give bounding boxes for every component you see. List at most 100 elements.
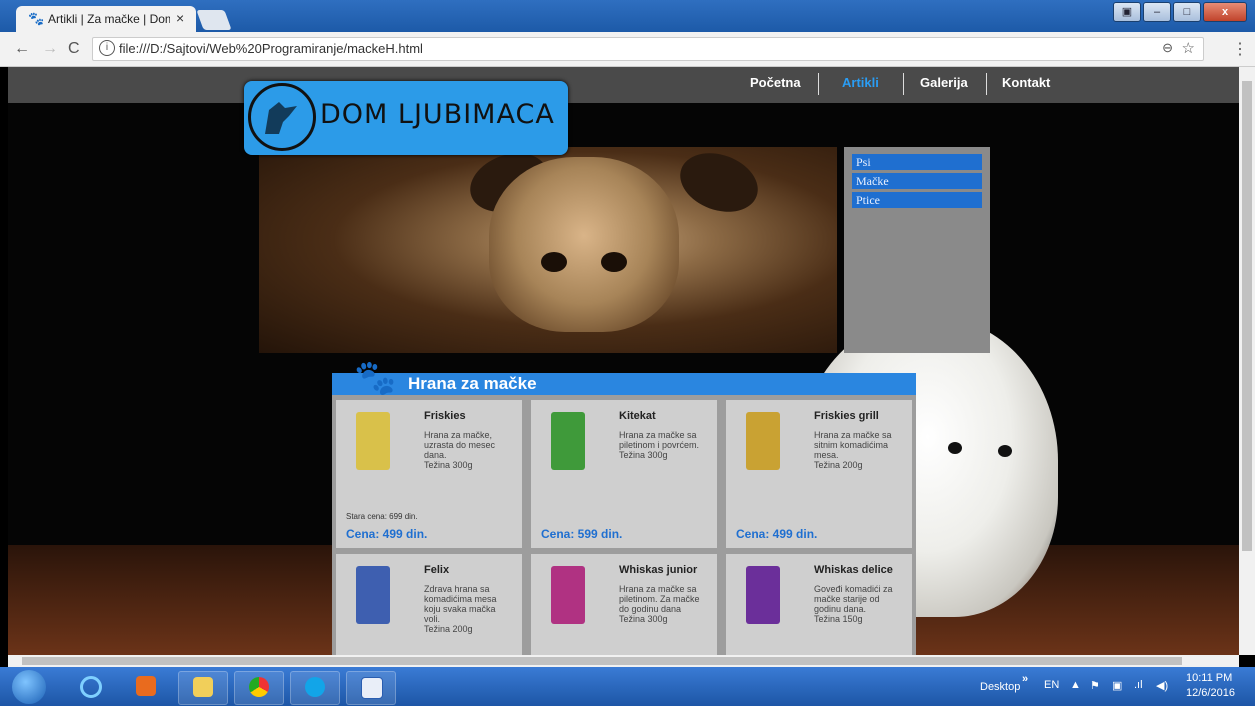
network-icon[interactable]: .ıl [1134,679,1143,691]
media-player-icon[interactable] [122,671,170,703]
product-name: Friskies grill [814,410,879,422]
word-icon[interactable] [346,671,396,705]
nav-separator [818,73,819,95]
power-icon[interactable]: ▣ [1112,679,1122,692]
minimize-button[interactable]: – [1143,2,1171,22]
maximize-button[interactable]: □ [1173,2,1201,22]
nav-separator [903,73,904,95]
dog-eye [541,252,567,272]
side-menu-macke[interactable]: Mačke [852,173,982,189]
horizontal-scrollbar[interactable] [8,655,1239,667]
product-image [746,566,780,624]
site-logo[interactable]: DOM LJUBIMACA [244,81,568,155]
start-button[interactable] [12,670,46,704]
internet-explorer-icon[interactable] [66,671,114,703]
nav-separator [986,73,987,95]
product-description: Hrana za mačke sa piletinom i povrćem. Te… [619,430,709,460]
product-card[interactable]: Whiskas junior Hrana za mačke sa piletin… [531,554,717,655]
top-navigation: Početna Artikli Galerija Kontakt [8,67,1239,103]
product-card[interactable]: Felix Zdrava hrana sa komadićima mesa ko… [336,554,522,655]
browser-titlebar: 🐾 Artikli | Za mačke | Dom l × ▣ – □ x [0,0,1255,32]
product-price: Cena: 599 din. [541,527,623,541]
clock-date[interactable]: 12/6/2016 [1186,687,1235,699]
language-indicator[interactable]: EN [1044,679,1059,691]
product-weight: Težina 300g [619,450,668,460]
products-section: 🐾 Hrana za mačke Friskies Hrana za mačke… [332,361,916,655]
horizontal-scroll-thumb[interactable] [22,657,1182,665]
vertical-scrollbar[interactable] [1239,67,1255,655]
paw-icon: 🐾 [354,359,397,397]
flag-icon[interactable]: ⚑ [1090,679,1100,692]
product-desc-text: Hrana za mačke sa piletinom. Za mačke do… [619,584,700,614]
browser-tab[interactable]: 🐾 Artikli | Za mačke | Dom l × [16,6,196,32]
product-card[interactable]: Whiskas delice Goveđi komadići za mačke … [726,554,912,655]
product-weight: Težina 200g [424,624,473,634]
vertical-scroll-thumb[interactable] [1242,81,1252,551]
window-controls: ▣ – □ x [1111,2,1247,22]
category-side-menu: Psi Mačke Ptice [844,147,990,353]
back-icon[interactable]: ← [14,40,30,58]
product-desc-text: Hrana za mačke, uzrasta do mesec dana. [424,430,496,460]
section-header: 🐾 Hrana za mačke [332,361,916,395]
dog-ear [672,147,766,223]
product-weight: Težina 300g [619,614,668,624]
product-description: Hrana za mačke sa sitnim komadićima mesa… [814,430,904,470]
skype-icon[interactable] [290,671,340,705]
product-card[interactable]: Friskies Hrana za mačke, uzrasta do mese… [336,400,522,548]
new-tab-button[interactable] [196,10,232,30]
hero-dog-image [259,147,837,353]
clock-time[interactable]: 10:11 PM [1186,672,1232,684]
zoom-icon[interactable]: ⊖ [1162,40,1173,56]
nav-galerija[interactable]: Galerija [920,75,968,90]
section-title: Hrana za mačke [408,374,537,393]
nav-kontakt[interactable]: Kontakt [1002,75,1050,90]
volume-icon[interactable]: ◀) [1156,679,1168,692]
browser-menu-icon[interactable]: ⋮ [1232,39,1248,59]
web-page: Početna Artikli Galerija Kontakt DOM LJU… [8,67,1239,655]
product-image [356,566,390,624]
bookmark-star-icon[interactable]: ☆ [1182,39,1195,57]
reload-icon[interactable]: C [68,40,80,58]
forward-icon[interactable]: → [42,40,58,58]
address-bar[interactable]: i file:///D:/Sajtovi/Web%20Programiranje… [92,37,1204,61]
product-description: Zdrava hrana sa komadićima mesa koju sva… [424,584,514,634]
product-card[interactable]: Friskies grill Hrana za mačke sa sitnim … [726,400,912,548]
desktop-toolbar-label[interactable]: Desktop [980,681,1020,693]
product-card[interactable]: Kitekat Hrana za mačke sa piletinom i po… [531,400,717,548]
chevron-right-icon[interactable]: » [1022,673,1028,685]
side-menu-ptice[interactable]: Ptice [852,192,982,208]
dog-face [489,157,679,332]
tab-close-icon[interactable]: × [176,10,184,26]
info-icon[interactable]: i [99,40,115,56]
product-desc-text: Zdrava hrana sa komadićima mesa koju sva… [424,584,497,624]
nav-pocetna[interactable]: Početna [750,75,801,90]
dog-eye [601,252,627,272]
product-name: Felix [424,564,450,576]
side-menu-psi[interactable]: Psi [852,154,982,170]
product-description: Goveđi komadići za mačke starije od godi… [814,584,904,624]
puppy-eye [948,442,962,454]
product-image [356,412,390,470]
chrome-icon[interactable] [234,671,284,705]
nav-artikli[interactable]: Artikli [842,75,879,90]
close-window-button[interactable]: x [1203,2,1247,22]
product-weight: Težina 150g [814,614,863,624]
product-image [746,412,780,470]
product-image [551,566,585,624]
old-price: Stara cena: 699 din. [346,512,418,521]
windows-taskbar: Desktop » EN ▲ ⚑ ▣ .ıl ◀) 10:11 PM 12/6/… [0,667,1255,706]
product-description: Hrana za mačke, uzrasta do mesec dana. Te… [424,430,514,470]
file-explorer-icon[interactable] [178,671,228,705]
product-price: Cena: 499 din. [346,527,428,541]
product-desc-text: Goveđi komadići za mačke starije od godi… [814,584,893,614]
product-description: Hrana za mačke sa piletinom. Za mačke do… [619,584,709,624]
restore-window-icon[interactable]: ▣ [1113,2,1141,22]
product-weight: Težina 200g [814,460,863,470]
product-desc-text: Hrana za mačke sa piletinom i povrćem. [619,430,700,450]
logo-text: DOM LJUBIMACA [320,99,555,130]
tray-expand-icon[interactable]: ▲ [1070,679,1081,691]
address-toolbar: ← → C i file:///D:/Sajtovi/Web%20Program… [0,32,1255,67]
product-name: Whiskas delice [814,564,893,576]
product-name: Whiskas junior [619,564,698,576]
tab-title: Artikli | Za mačke | Dom l [48,12,170,26]
